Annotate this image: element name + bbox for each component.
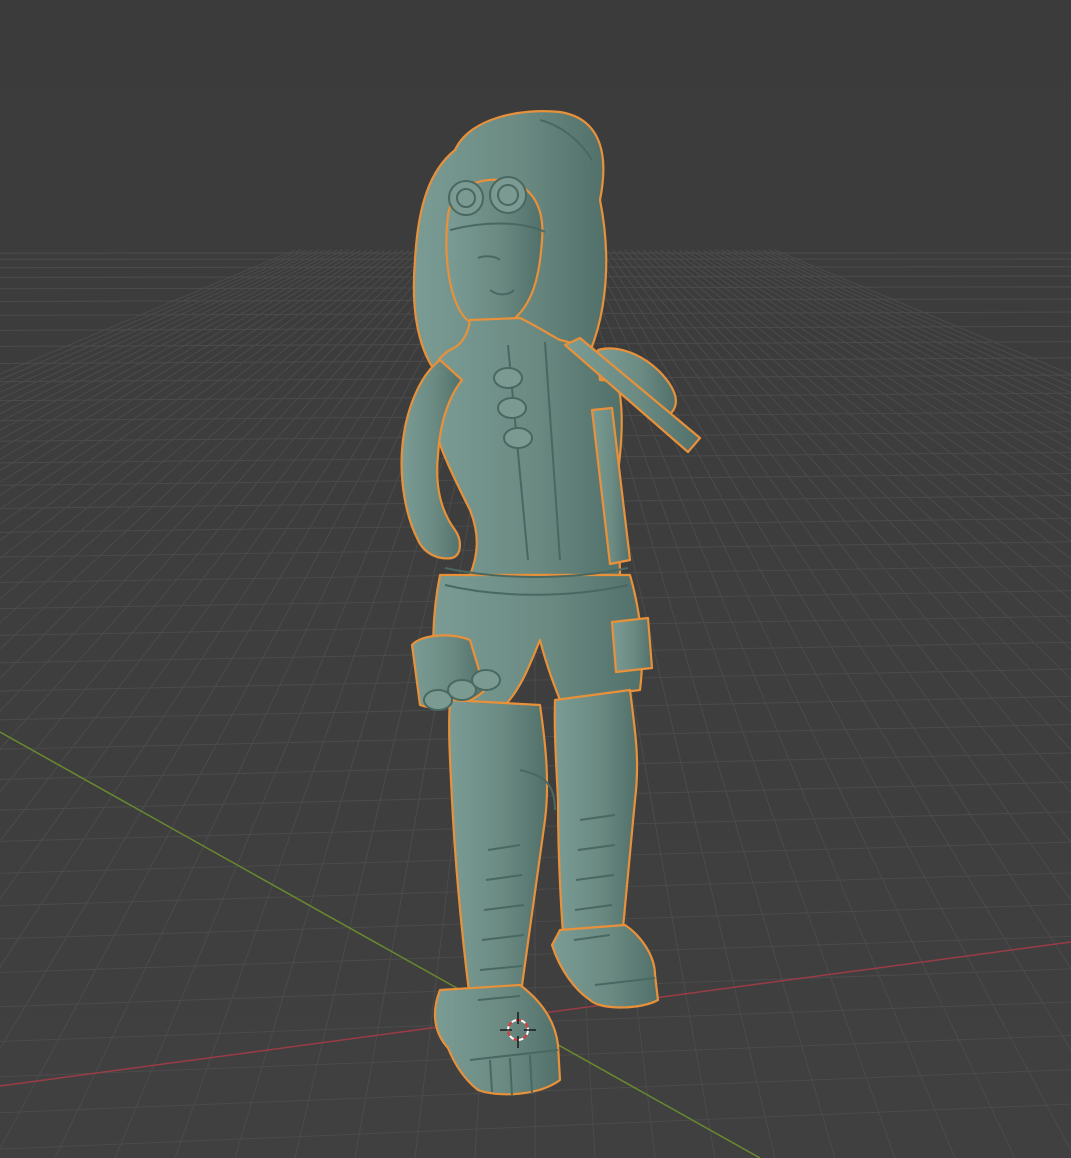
3d-viewport[interactable] [0, 0, 1071, 1158]
viewport-scene[interactable] [0, 0, 1071, 1158]
